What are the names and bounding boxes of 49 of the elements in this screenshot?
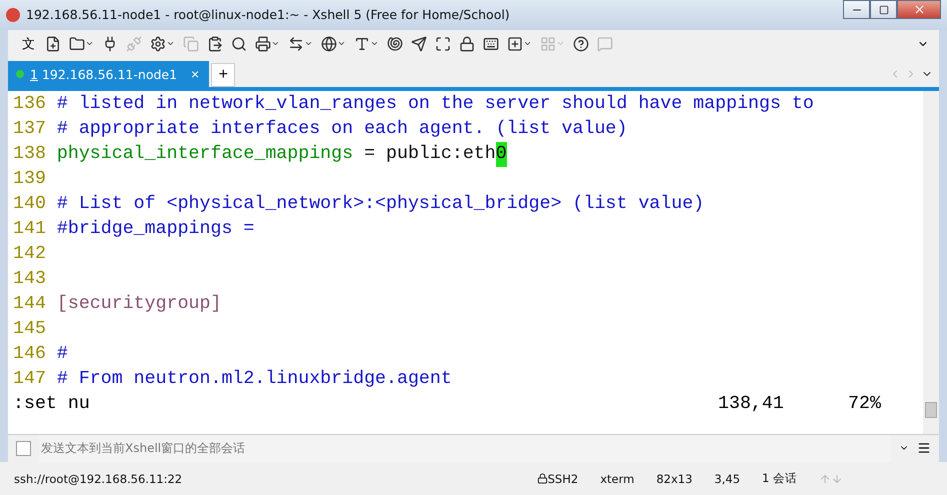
code-text: #bridge_mappings = [56, 218, 254, 242]
cursor-position: 138,41 [718, 393, 785, 416]
cursor-text: 3,45 [714, 472, 740, 486]
line-number: 138 [13, 143, 47, 166]
close-icon [912, 3, 926, 16]
app-icon [6, 8, 20, 22]
line-number: 139 [13, 168, 47, 192]
help-icon[interactable] [571, 34, 591, 54]
code-text: # From neutron.ml2.linuxbridge.agent [56, 368, 452, 392]
code-text: = public:eth [363, 143, 496, 166]
window-title: 192.168.56.11-node1 - root@linux-node1:~ - Xshell 5 (Free for Home/School) [26, 7, 511, 22]
maximize-icon [878, 4, 888, 14]
line-number: 145 [13, 318, 47, 342]
close-button[interactable] [897, 0, 941, 19]
command-text: :set nu [13, 393, 91, 416]
size-text: 82x13 [656, 472, 692, 486]
line-number: 142 [13, 243, 47, 266]
new-tab-button[interactable]: + [211, 63, 236, 88]
maximize-button[interactable] [870, 0, 897, 19]
sessions-text: 1 会话 [762, 471, 797, 486]
session-tab[interactable]: 1 192.168.56.11-node1 × [8, 61, 210, 88]
send-icon[interactable] [409, 34, 429, 54]
code-text: # appropriate interfaces on each agent. (list value) [56, 118, 628, 142]
line-number: 147 [13, 368, 47, 392]
code-text: # [56, 343, 68, 366]
line-number: 140 [13, 193, 47, 216]
line-number: 143 [13, 268, 47, 292]
code-text: physical_interface_mappings [56, 143, 354, 166]
minimize-button[interactable] [843, 0, 870, 19]
cursor: 0 [496, 142, 507, 168]
scroll-percent: 72% [848, 393, 881, 416]
line-number: 144 [13, 293, 47, 316]
code-text: # List of <physical_network>:<physical_bridge> (list value) [56, 193, 704, 216]
line-number: 146 [13, 343, 47, 366]
code-text: [securitygroup] [56, 293, 222, 316]
scrollbar[interactable] [923, 91, 939, 434]
terminal-type-text: xterm [600, 472, 634, 486]
tab-close-button[interactable]: × [189, 66, 202, 82]
lock-icon [536, 473, 548, 484]
code-text: # listed in network_vlan_ranges on the server should have mappings to [56, 93, 814, 116]
checkbox[interactable] [16, 440, 31, 456]
language-button[interactable]: 文 [18, 32, 39, 55]
line-number: 136 [13, 93, 47, 116]
tab-label: 1 192.168.56.11-node1 [30, 66, 178, 82]
protocol-text: SSH2 [548, 472, 578, 486]
line-number: 137 [13, 118, 47, 142]
line-number: 141 [13, 218, 47, 242]
connection-address: ssh://root@192.168.56.11:22 [14, 472, 182, 486]
menu-icon[interactable] [917, 441, 931, 456]
